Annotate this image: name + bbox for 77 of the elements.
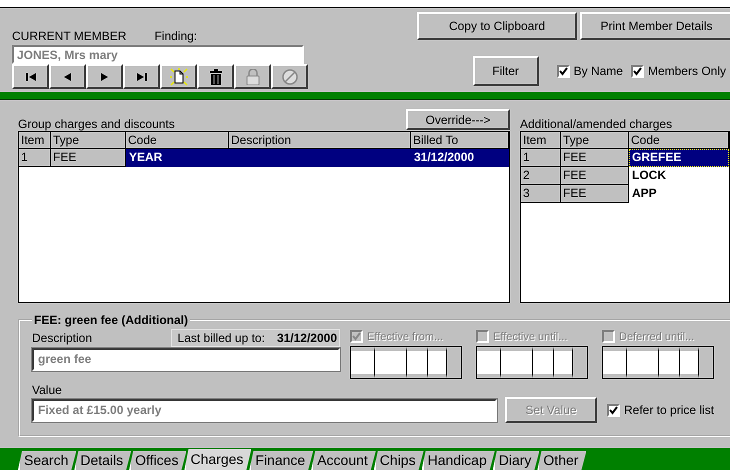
tab[interactable]: Chips (374, 451, 424, 470)
field-label: Value (32, 383, 63, 397)
checkbox[interactable] (556, 64, 570, 78)
toolbar-button[interactable] (123, 64, 160, 89)
table-cell: YEAR (126, 149, 229, 167)
table-cell: 1 (521, 149, 561, 167)
trash-icon (210, 68, 222, 84)
table-cell-text: APP (631, 185, 658, 202)
toolbar-button[interactable] (49, 64, 86, 89)
tab[interactable]: Handicap (422, 451, 495, 470)
column-header: Type (561, 132, 629, 149)
member-name-field[interactable]: JONES, Mrs mary (12, 45, 304, 64)
header-button[interactable]: Copy to Clipboard (417, 12, 577, 40)
checkbox[interactable] (630, 64, 644, 78)
field-label: Description (32, 330, 92, 344)
last-billed-date: 31/12/2000 (276, 330, 337, 344)
tab[interactable]: Charges (184, 449, 252, 470)
override-button[interactable]: Override---> (406, 109, 510, 130)
checkbox-label: Effective from... (367, 330, 444, 342)
tab[interactable]: Details (74, 451, 132, 470)
checkbox-label: Members Only (648, 64, 726, 78)
last-billed-label: Last billed up to: (178, 330, 265, 344)
checkbox-label: Effective until... (493, 330, 568, 342)
table-cell-text: LOCK (631, 167, 667, 184)
column-header: Billed To (411, 132, 509, 149)
table-cell: 1 (19, 149, 51, 167)
tab[interactable]: Account (311, 451, 376, 470)
table-row[interactable]: 2 FEE LOCK (521, 167, 729, 185)
column-header: Type (51, 132, 126, 149)
column-header: Code (126, 132, 229, 149)
skip-end-icon (136, 72, 146, 80)
skip-start-icon (26, 72, 36, 80)
column-header: Item (19, 132, 51, 149)
header-button[interactable]: Print Member Details (580, 12, 730, 40)
table-cell: 31/12/2000 (411, 149, 509, 167)
tab[interactable]: Search (18, 451, 76, 470)
date-field[interactable] (602, 346, 714, 379)
table-cell: 3 (521, 185, 561, 203)
table-row[interactable]: 1 FEE GREFEE (521, 149, 729, 167)
toolbar-button[interactable] (197, 64, 234, 89)
tab[interactable]: Finance (249, 451, 314, 470)
new-document-icon (170, 68, 188, 86)
checkbox-label: Refer to price list (624, 403, 714, 417)
column-header: Code (629, 132, 729, 149)
toolbar-button[interactable] (160, 64, 197, 89)
table-cell: 2 (521, 167, 561, 185)
toolbar-button[interactable] (12, 64, 49, 89)
column-header: Item (521, 132, 561, 149)
panel-title: Group charges and discounts (18, 117, 175, 131)
table-cell: FEE (561, 167, 629, 185)
table-cell: GREFEE (629, 149, 729, 167)
lock-icon (246, 68, 260, 84)
finding-label: Finding: (154, 28, 198, 42)
table-cell: FEE (561, 149, 629, 167)
table-row[interactable]: 3 FEE APP (521, 185, 729, 203)
table-cell: FEE (561, 185, 629, 203)
right-triangle-icon (101, 72, 108, 80)
panel-title: Additional/amended charges (520, 117, 672, 131)
tab[interactable]: Other (537, 451, 586, 470)
checkbox-label: Deferred until... (619, 330, 694, 342)
toolbar-button[interactable] (86, 64, 123, 89)
tab[interactable]: Offices (129, 451, 186, 470)
prohibited-icon (282, 68, 298, 84)
checkbox-label: By Name (574, 64, 623, 78)
value-field[interactable]: Fixed at £15.00 yearly (32, 398, 497, 422)
filter-button[interactable]: Filter (472, 56, 539, 86)
table-cell: FEE (51, 149, 126, 167)
date-field[interactable] (350, 346, 462, 379)
description-field[interactable]: green fee (32, 348, 340, 371)
tab[interactable]: Diary (492, 451, 540, 470)
group-title: FEE: green fee (Additional) (33, 313, 190, 327)
column-header: Description (229, 132, 411, 149)
left-triangle-icon (64, 72, 71, 80)
member-label: CURRENT MEMBER (12, 28, 126, 42)
date-field[interactable] (476, 346, 588, 379)
table-row[interactable]: 1 FEE YEAR 31/12/2000 (19, 149, 509, 167)
checkbox[interactable] (607, 404, 620, 416)
